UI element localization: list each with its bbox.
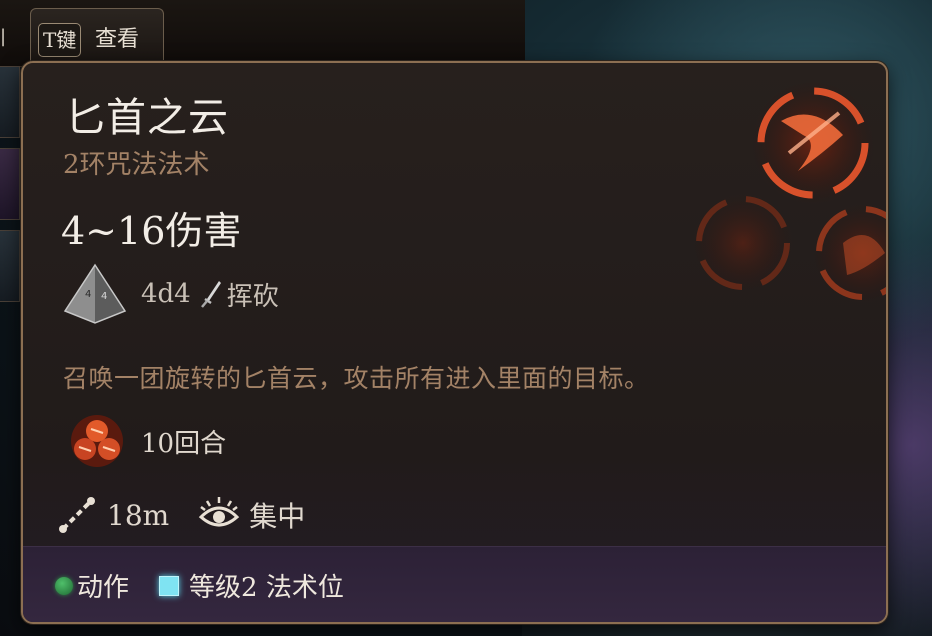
range-concentration-row: 18m 集中 [57,495,305,535]
slashing-sword-icon [200,281,221,308]
range-icon [59,497,95,533]
concentration-label: 集中 [249,500,306,533]
spell-tooltip: 匕首之云 2环咒法法术 4~16伤害 4 4 4d4 挥砍 召唤一团旋转的匕首云… [21,61,888,624]
cost-row: 动作 等级2 法术位 [55,567,344,604]
spell-slot-icon [159,575,180,596]
d4-dice-icon: 4 4 [63,263,127,324]
damage-range: 4~16伤害 [61,209,242,253]
inspect-hotkey-tab[interactable]: T键 查看 [30,8,164,64]
spell-level-school: 2环咒法法术 [63,150,210,180]
damage-type: 挥砍 [226,281,279,312]
cost-footer: 动作 等级2 法术位 [23,546,886,622]
duration-row: 10回合 [67,413,226,469]
svg-text:4: 4 [85,289,91,300]
background-slot[interactable] [0,66,20,138]
background-slot[interactable] [0,148,20,220]
dice-value: 4d4 [141,279,191,309]
spell-description: 召唤一团旋转的匕首云，攻击所有进入里面的目标。 [63,364,650,393]
cloud-of-daggers-duration-icon [71,415,123,467]
duration-value: 10回合 [141,428,227,459]
background-slot-column [0,66,22,326]
svg-text:4: 4 [101,291,107,302]
hotkey-label: 查看 [95,27,140,52]
background-edge-glyph: | [0,26,7,47]
spell-slot-cost-label: 等级2 法术位 [189,573,344,603]
action-cost-label: 动作 [77,573,130,603]
cloud-of-daggers-spell-icon [693,81,886,303]
action-dot-icon [55,576,73,595]
hotkey-key-badge: T键 [38,23,82,57]
background-slot[interactable] [0,230,20,302]
damage-dice-row: 4 4 4d4 挥砍 [63,262,279,326]
concentration-eye-icon [199,497,240,527]
range-value: 18m [107,498,170,532]
spell-name: 匕首之云 [65,95,229,141]
